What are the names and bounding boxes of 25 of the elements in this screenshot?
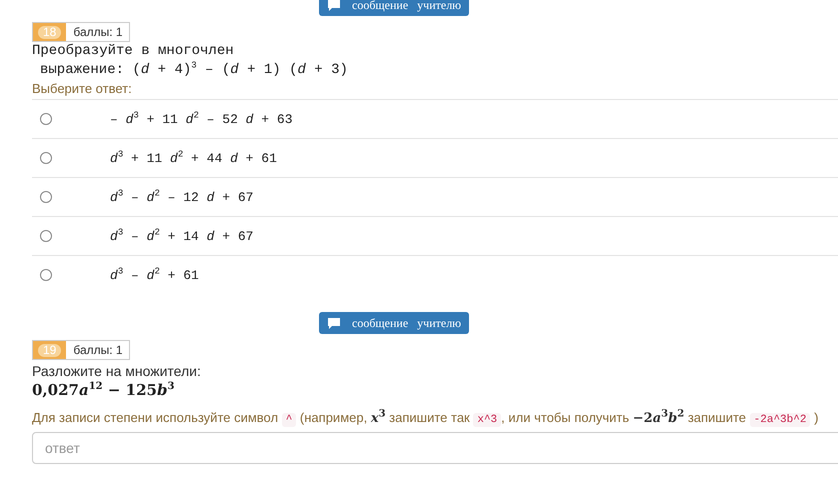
radio-button[interactable]	[40, 113, 52, 125]
question-number: 19	[38, 344, 62, 356]
answer-option: d$^{3}$ + 11 d$^{2}$ + 44 d + 61	[110, 150, 277, 166]
question-text: Преобразуйте в многочлен	[32, 42, 235, 61]
points-label: баллы: 1	[72, 24, 124, 41]
points-label: баллы: 1	[72, 342, 124, 359]
choose-answer-label: Выберите ответ:	[32, 81, 133, 96]
speech-bubble-icon	[328, 318, 340, 328]
answer-option: d$^{3}$ – d$^{2}$ + 61	[110, 268, 199, 282]
answer-field[interactable]: ответ	[32, 432, 838, 464]
question-text: Разложите на множители:	[32, 363, 202, 379]
answer-option: – d$^{3}$ + 11 d$^{2}$ – 52 d + 63	[110, 112, 292, 126]
radio-button[interactable]	[40, 152, 52, 164]
question-expression: выражение: (d + 4)$^{3}$ – (d + 1) (d + 3)	[39, 61, 349, 80]
radio-button[interactable]	[40, 269, 52, 281]
message-teacher-button[interactable]: сообщение учителю	[319, 0, 470, 16]
radio-button[interactable]	[40, 230, 52, 242]
radio-button[interactable]	[40, 191, 52, 203]
hint-text: Для записи степени используйте символ ^ (например, x$^{3}$ запишите так x^3 , или чтобы получить −2a$^{3}$b$^{2}$ запишите -2a^3b^2 )	[32, 408, 820, 429]
speech-bubble-icon	[328, 0, 340, 10]
question-formula: 0,027a$^{12}$ − 125b$^{3}$	[32, 381, 176, 399]
message-teacher-button[interactable]: сообщение учителю	[319, 312, 470, 334]
answer-option: d$^{3}$ – d$^{2}$ + 14 d + 67	[110, 228, 254, 244]
question-number: 18	[38, 26, 62, 38]
answer-option: d$^{3}$ – d$^{2}$ – 12 d + 67	[110, 190, 254, 204]
